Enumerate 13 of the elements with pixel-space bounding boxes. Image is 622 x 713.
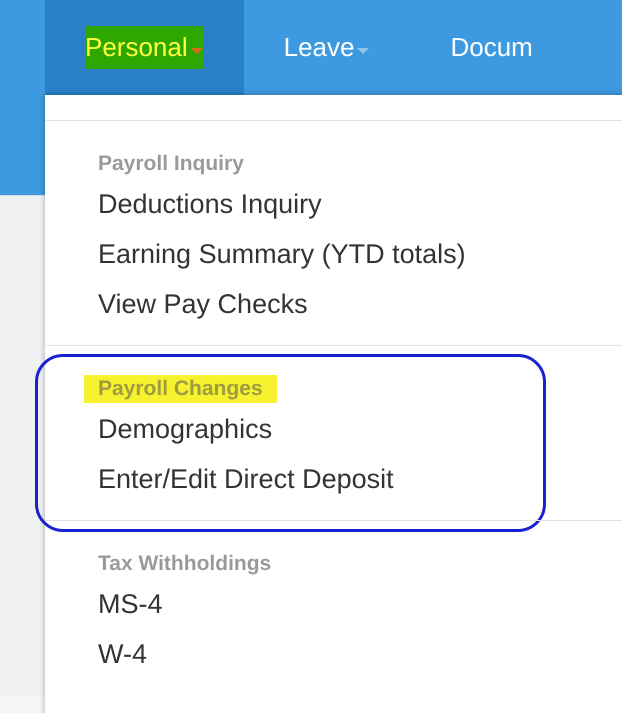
menu-item[interactable]: MS-4: [98, 579, 163, 629]
tab-label: Leave: [284, 26, 370, 69]
menu-item[interactable]: Demographics: [98, 404, 272, 454]
menu-item[interactable]: Earning Summary (YTD totals): [98, 229, 466, 279]
menu-item[interactable]: W-4: [98, 629, 148, 679]
tab-label: Docum: [450, 31, 533, 64]
menu-item[interactable]: View Pay Checks: [98, 279, 308, 329]
menu-header: Tax Withholdings: [98, 552, 272, 576]
menu-header: Payroll Inquiry: [98, 152, 244, 176]
menu-header: Payroll Changes: [84, 375, 277, 403]
tab-label: Personal: [85, 26, 204, 69]
menu-item[interactable]: Enter/Edit Direct Deposit: [98, 454, 394, 504]
menu-item[interactable]: Deductions Inquiry: [98, 179, 322, 229]
